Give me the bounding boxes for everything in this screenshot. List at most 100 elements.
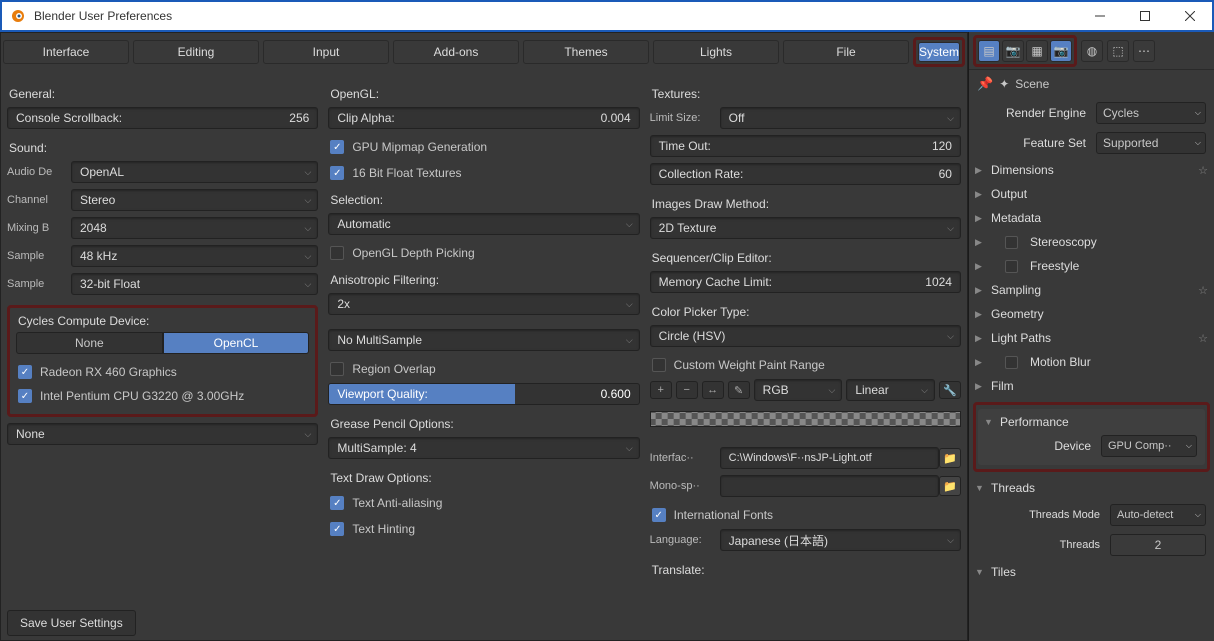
- panel-motion-blur[interactable]: ▶Motion Blur: [969, 350, 1214, 374]
- tab-themes[interactable]: Themes: [523, 40, 649, 64]
- audio-device-select[interactable]: OpenAL⌵: [71, 161, 318, 183]
- minimize-button[interactable]: [1077, 2, 1122, 30]
- panel-sampling[interactable]: ▶Sampling☆: [969, 278, 1214, 302]
- panel-performance[interactable]: ▼Performance: [982, 413, 1201, 431]
- subpanel-threads[interactable]: ▼Threads: [969, 476, 1214, 500]
- float-textures-checkbox[interactable]: ✓: [330, 166, 344, 180]
- sequencer-heading: Sequencer/Clip Editor:: [650, 245, 961, 269]
- tab-input[interactable]: Input: [263, 40, 389, 64]
- images-draw-heading: Images Draw Method:: [650, 191, 961, 215]
- compute-none-button[interactable]: None: [16, 332, 163, 354]
- collection-rate-field[interactable]: Collection Rate:60: [650, 163, 961, 185]
- general-heading: General:: [7, 81, 318, 105]
- context-more-icon[interactable]: ⋯: [1133, 40, 1155, 62]
- context-render-icon[interactable]: 📷: [1002, 40, 1024, 62]
- device-radeon-label: Radeon RX 460 Graphics: [40, 365, 177, 379]
- depth-picking-checkbox[interactable]: [330, 246, 344, 260]
- swap-icon[interactable]: ↔: [702, 381, 724, 399]
- color-ramp[interactable]: [650, 411, 961, 427]
- panel-output[interactable]: ▶Output: [969, 182, 1214, 206]
- gpu-mipmap-checkbox[interactable]: ✓: [330, 140, 344, 154]
- eyedropper-icon[interactable]: ✎: [728, 381, 750, 399]
- selection-heading: Selection:: [328, 187, 639, 211]
- context-scene-icon[interactable]: 📷: [1050, 40, 1072, 62]
- multisample-select[interactable]: No MultiSample⌵: [328, 329, 639, 351]
- aniso-heading: Anisotropic Filtering:: [328, 267, 639, 291]
- tab-addons[interactable]: Add-ons: [393, 40, 519, 64]
- scene-label: Scene: [1015, 77, 1049, 91]
- subpanel-tiles[interactable]: ▼Tiles: [969, 560, 1214, 584]
- compute-opencl-button[interactable]: OpenCL: [163, 332, 310, 354]
- context-layers-icon[interactable]: ▦: [1026, 40, 1048, 62]
- interface-font-field[interactable]: C:\Windows\F··nsJP-Light.otf: [720, 447, 939, 469]
- save-user-settings-button[interactable]: Save User Settings: [7, 610, 136, 636]
- tab-interface[interactable]: Interface: [3, 40, 129, 64]
- stereoscopy-checkbox[interactable]: [1005, 236, 1018, 249]
- tab-file[interactable]: File: [783, 40, 909, 64]
- browse-mono-font-icon[interactable]: 📁: [939, 476, 961, 496]
- remove-icon[interactable]: −: [676, 381, 698, 399]
- color-mode-select[interactable]: RGB⌵: [754, 379, 843, 401]
- sound-heading: Sound:: [7, 135, 318, 159]
- viewport-quality-slider[interactable]: Viewport Quality: 0.600: [328, 383, 639, 405]
- add-icon[interactable]: +: [650, 381, 672, 399]
- selection-mode-select[interactable]: Automatic⌵: [328, 213, 639, 235]
- mixing-buffer-select[interactable]: 2048⌵: [71, 217, 318, 239]
- threads-mode-select[interactable]: Auto-detect⌵: [1110, 504, 1206, 526]
- panel-geometry[interactable]: ▶Geometry: [969, 302, 1214, 326]
- none-select[interactable]: None⌵: [7, 423, 318, 445]
- wrench-icon[interactable]: 🔧: [939, 381, 961, 399]
- interp-select[interactable]: Linear⌵: [846, 379, 935, 401]
- channel-select[interactable]: Stereo⌵: [71, 189, 318, 211]
- text-hint-checkbox[interactable]: ✓: [330, 522, 344, 536]
- browse-interface-font-icon[interactable]: 📁: [939, 448, 961, 468]
- mono-font-field[interactable]: [720, 475, 939, 497]
- limit-size-select[interactable]: Off⌵: [720, 107, 961, 129]
- aniso-select[interactable]: 2x⌵: [328, 293, 639, 315]
- device-pentium-checkbox[interactable]: ✓: [18, 389, 32, 403]
- grease-multisample-select[interactable]: MultiSample: 4⌵: [328, 437, 639, 459]
- region-overlap-checkbox[interactable]: [330, 362, 344, 376]
- color-picker-select[interactable]: Circle (HSV)⌵: [650, 325, 961, 347]
- editor-type-icon[interactable]: ▤: [978, 40, 1000, 62]
- images-draw-select[interactable]: 2D Texture⌵: [650, 217, 961, 239]
- memory-cache-field[interactable]: Memory Cache Limit:1024: [650, 271, 961, 293]
- panel-freestyle[interactable]: ▶Freestyle: [969, 254, 1214, 278]
- render-engine-select[interactable]: Cycles⌵: [1096, 102, 1206, 124]
- timeout-field[interactable]: Time Out:120: [650, 135, 961, 157]
- motion-blur-checkbox[interactable]: [1005, 356, 1018, 369]
- clip-alpha-field[interactable]: Clip Alpha:0.004: [328, 107, 639, 129]
- color-picker-heading: Color Picker Type:: [650, 299, 961, 323]
- tab-lights[interactable]: Lights: [653, 40, 779, 64]
- device-pentium-label: Intel Pentium CPU G3220 @ 3.00GHz: [40, 389, 244, 403]
- context-world-icon[interactable]: ◍: [1081, 40, 1103, 62]
- maximize-button[interactable]: [1122, 2, 1167, 30]
- feature-set-select[interactable]: Supported⌵: [1096, 132, 1206, 154]
- language-select[interactable]: Japanese (日本語)⌵: [720, 529, 961, 551]
- freestyle-checkbox[interactable]: [1005, 260, 1018, 273]
- close-button[interactable]: [1167, 2, 1212, 30]
- scene-context-icon: ✦: [999, 77, 1009, 91]
- sample-format-select[interactable]: 32-bit Float⌵: [71, 273, 318, 295]
- preferences-tabs: Interface Editing Input Add-ons Themes L…: [1, 33, 967, 71]
- panel-film[interactable]: ▶Film: [969, 374, 1214, 398]
- panel-metadata[interactable]: ▶Metadata: [969, 206, 1214, 230]
- tab-system[interactable]: System: [918, 42, 960, 62]
- panel-light-paths[interactable]: ▶Light Paths☆: [969, 326, 1214, 350]
- console-scrollback-field[interactable]: Console Scrollback: 256: [7, 107, 318, 129]
- panel-dimensions[interactable]: ▶Dimensions☆: [969, 158, 1214, 182]
- device-select[interactable]: GPU Comp··⌵: [1101, 435, 1197, 457]
- custom-weight-checkbox[interactable]: [652, 358, 666, 372]
- pin-icon[interactable]: 📌: [977, 76, 993, 92]
- tab-editing[interactable]: Editing: [133, 40, 259, 64]
- sample-rate-select[interactable]: 48 kHz⌵: [71, 245, 318, 267]
- text-aa-checkbox[interactable]: ✓: [330, 496, 344, 510]
- threads-count-field[interactable]: 2: [1110, 534, 1206, 556]
- context-object-icon[interactable]: ⬚: [1107, 40, 1129, 62]
- panel-stereoscopy[interactable]: ▶Stereoscopy: [969, 230, 1214, 254]
- device-radeon-checkbox[interactable]: ✓: [18, 365, 32, 379]
- window-title: Blender User Preferences: [34, 9, 172, 23]
- grease-heading: Grease Pencil Options:: [328, 411, 639, 435]
- intl-fonts-checkbox[interactable]: ✓: [652, 508, 666, 522]
- opengl-heading: OpenGL:: [328, 81, 639, 105]
